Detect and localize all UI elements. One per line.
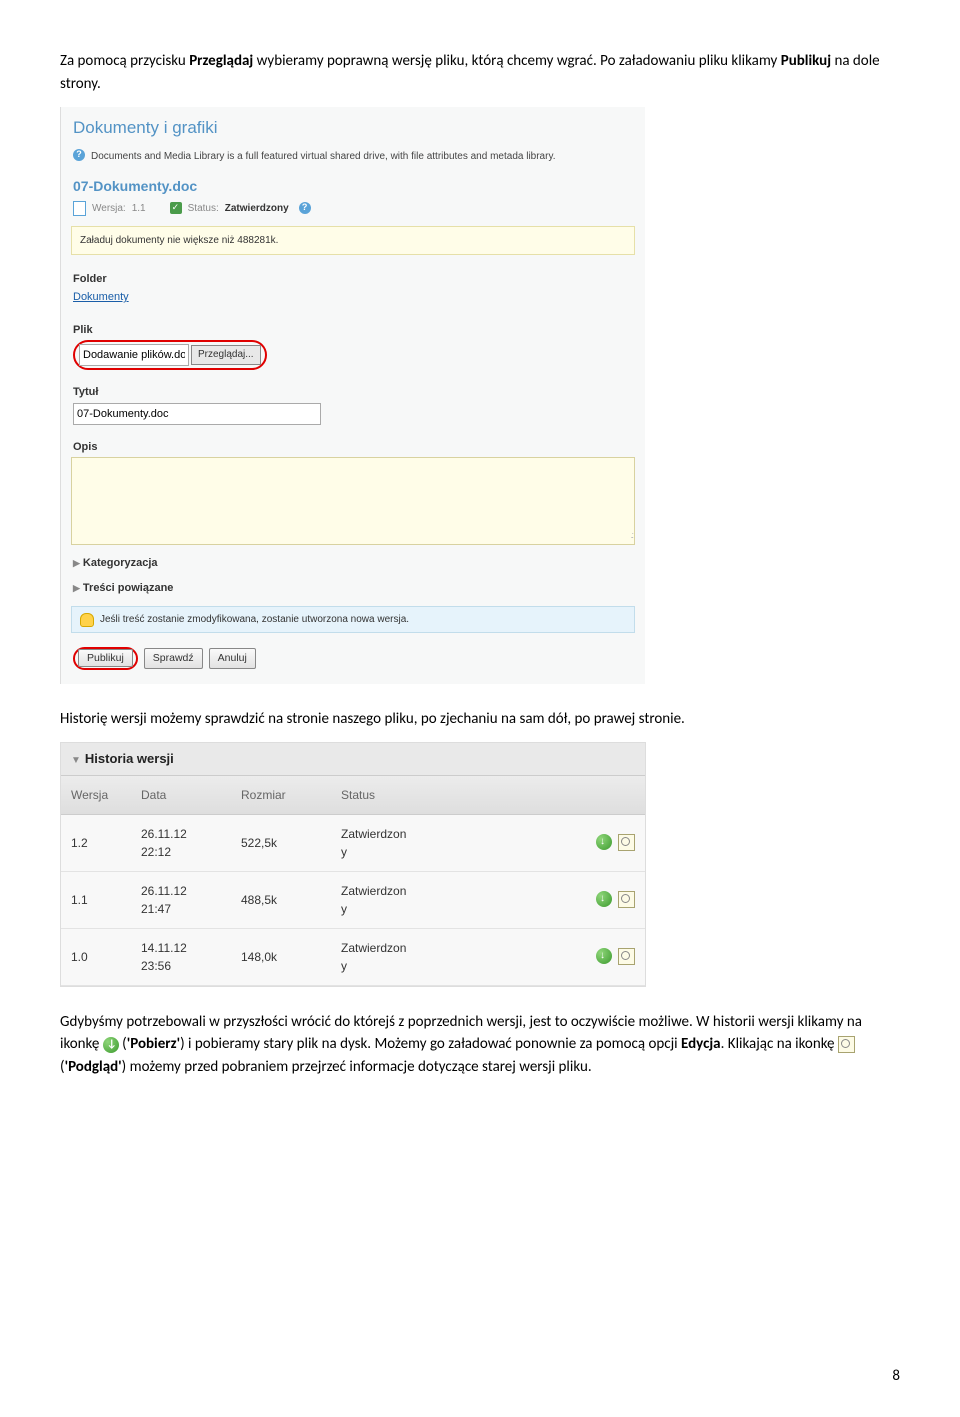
button-row: Publikuj Sprawdź Anuluj: [61, 643, 645, 684]
status-line: Wersja: 1.1 Status: Zatwierdzony ?: [61, 199, 645, 226]
cell-size: 522,5k: [241, 834, 341, 852]
info-message-bar: Jeśli treść zostanie zmodyfikowana, zost…: [71, 606, 635, 633]
cell-version: 1.0: [71, 948, 141, 966]
col-size: Rozmiar: [241, 786, 341, 804]
cell-date: 26.11.1222:12: [141, 825, 241, 861]
text: . Klikając na ikonkę: [721, 1035, 838, 1053]
check-button[interactable]: Sprawdź: [144, 648, 203, 670]
folder-label: Folder: [61, 265, 645, 290]
table-header: Wersja Data Rozmiar Status: [61, 775, 645, 815]
description-textarea[interactable]: ..:: [71, 457, 635, 545]
cell-date: 26.11.1221:47: [141, 882, 241, 918]
download-icon[interactable]: [596, 834, 612, 850]
text: ) i pobieramy stary plik na dysk. Możemy…: [180, 1035, 681, 1053]
upload-limit-message: Załaduj dokumenty nie większe niż 488281…: [71, 226, 635, 255]
chevron-right-icon: ▶: [73, 583, 80, 593]
categorization-section[interactable]: ▶Kategoryzacja: [61, 551, 645, 576]
help-icon: ?: [73, 149, 85, 161]
title-input[interactable]: [73, 403, 321, 425]
browse-button[interactable]: Przeglądaj...: [191, 345, 261, 365]
intro-paragraph-3: Gdybyśmy potrzebowali w przyszłości wróc…: [60, 1011, 900, 1079]
panel-title: Dokumenty i grafiki: [61, 107, 645, 145]
bold-edycja: Edycja: [681, 1035, 721, 1053]
cell-size: 148,0k: [241, 948, 341, 966]
file-path-input[interactable]: [79, 344, 189, 366]
bold-publikuj: Publikuj: [781, 52, 831, 70]
chevron-right-icon: ▶: [73, 558, 80, 568]
preview-icon[interactable]: [618, 948, 635, 965]
cell-status: Zatwierdzony: [341, 882, 461, 918]
col-date: Data: [141, 786, 241, 804]
lightbulb-icon: [80, 613, 94, 627]
version-value: 1.1: [132, 201, 146, 216]
document-name: 07-Dokumenty.doc: [61, 168, 645, 199]
file-label: Plik: [61, 316, 645, 341]
cell-version: 1.1: [71, 891, 141, 909]
folder-link[interactable]: Dokumenty: [61, 289, 645, 316]
cell-version: 1.2: [71, 834, 141, 852]
highlight-circle-publish: Publikuj: [73, 647, 138, 670]
text: Za pomocą przycisku: [60, 52, 189, 70]
screenshot-upload-form: Dokumenty i grafiki ? Documents and Medi…: [60, 107, 645, 684]
bold-podglad: 'Podgląd': [65, 1058, 122, 1076]
description-text: Documents and Media Library is a full fe…: [91, 149, 555, 164]
bold-przegladaj: Przeglądaj: [189, 52, 253, 70]
table-row: 1.0 14.11.1223:56 148,0k Zatwierdzony: [61, 929, 645, 986]
panel-description: ? Documents and Media Library is a full …: [61, 145, 645, 168]
text: (: [119, 1035, 127, 1053]
page-icon: [73, 201, 86, 216]
status-value: Zatwierdzony: [225, 201, 289, 216]
info-text: Jeśli treść zostanie zmodyfikowana, zost…: [100, 612, 409, 627]
bold-pobierz: 'Pobierz': [127, 1035, 180, 1053]
preview-icon[interactable]: [618, 834, 635, 851]
table-row: 1.2 26.11.1222:12 522,5k Zatwierdzony: [61, 815, 645, 872]
col-status: Status: [341, 786, 461, 804]
table-row: 1.1 26.11.1221:47 488,5k Zatwierdzony: [61, 872, 645, 929]
preview-icon[interactable]: [618, 891, 635, 908]
chevron-down-icon: ▼: [71, 755, 81, 766]
intro-paragraph-1: Za pomocą przycisku Przeglądaj wybieramy…: [60, 50, 900, 95]
version-history-header[interactable]: ▼Historia wersji: [61, 743, 645, 775]
download-icon[interactable]: [596, 948, 612, 964]
status-label: Status:: [188, 201, 219, 216]
version-label: Wersja:: [92, 201, 126, 216]
highlight-circle-browse: Przeglądaj...: [73, 340, 267, 370]
cell-date: 14.11.1223:56: [141, 939, 241, 975]
text: wybieramy poprawną wersję pliku, którą c…: [253, 52, 780, 70]
title-label: Tytuł: [61, 378, 645, 403]
check-icon: [170, 202, 182, 214]
text: ) możemy przed pobraniem przejrzeć infor…: [122, 1058, 592, 1076]
related-content-section[interactable]: ▶Treści powiązane: [61, 576, 645, 601]
description-label: Opis: [61, 433, 645, 458]
help-icon: ?: [299, 202, 311, 214]
screenshot-version-history: ▼Historia wersji Wersja Data Rozmiar Sta…: [60, 742, 646, 987]
preview-icon: [838, 1036, 855, 1053]
publish-button[interactable]: Publikuj: [78, 649, 133, 667]
cancel-button[interactable]: Anuluj: [209, 648, 256, 670]
col-version: Wersja: [71, 786, 141, 804]
cell-status: Zatwierdzony: [341, 939, 461, 975]
intro-paragraph-2: Historię wersji możemy sprawdzić na stro…: [60, 708, 900, 731]
cell-size: 488,5k: [241, 891, 341, 909]
page-number: 8: [892, 1365, 900, 1388]
resize-handle-icon[interactable]: ..:: [630, 529, 632, 543]
download-icon[interactable]: [596, 891, 612, 907]
cell-status: Zatwierdzony: [341, 825, 461, 861]
download-icon: [103, 1037, 119, 1053]
